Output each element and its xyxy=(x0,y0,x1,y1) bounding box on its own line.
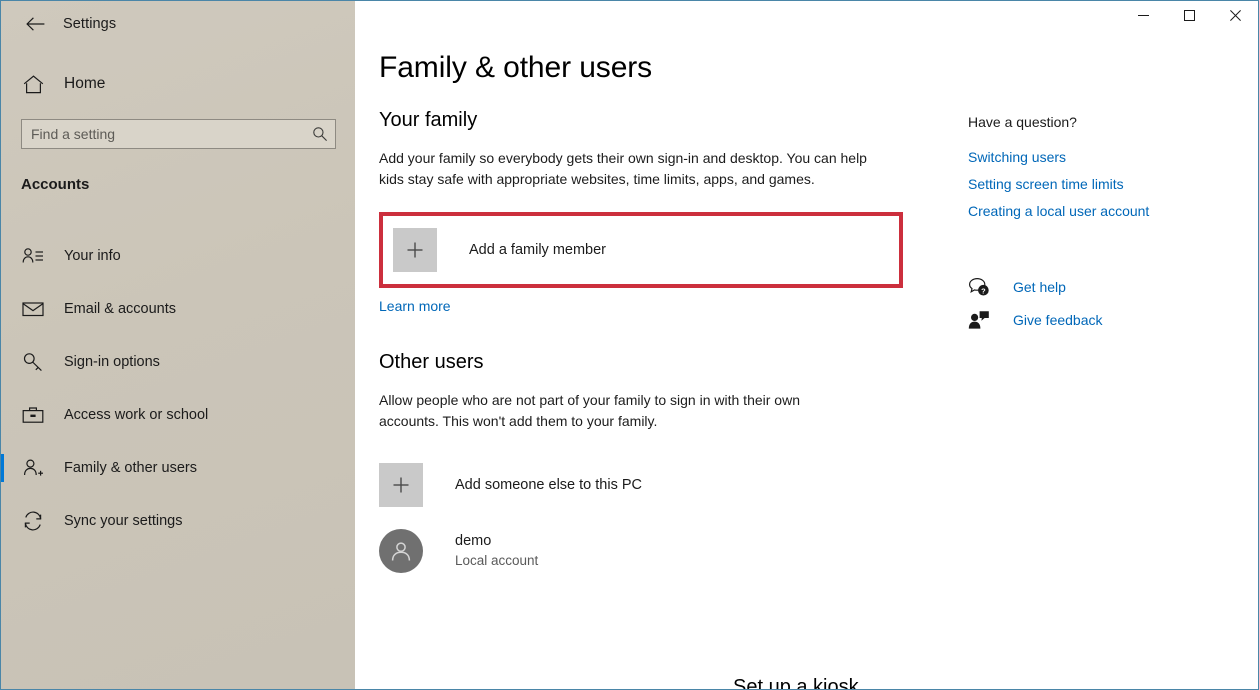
search-box[interactable] xyxy=(21,119,336,149)
sidebar-item-home-label: Home xyxy=(64,75,106,92)
give-feedback-label[interactable]: Give feedback xyxy=(1013,312,1103,328)
person-avatar-icon xyxy=(379,529,423,573)
your-family-heading: Your family xyxy=(379,109,478,131)
add-family-member-highlight: Add a family member xyxy=(379,212,903,288)
right-panel: Have a question? Switching users Setting… xyxy=(968,114,1238,343)
window-controls xyxy=(1120,1,1258,33)
search-icon xyxy=(305,126,335,142)
sidebar-item-sync-your-settings[interactable]: Sync your settings xyxy=(1,494,355,547)
person-add-icon xyxy=(11,458,55,478)
briefcase-icon xyxy=(11,406,55,424)
svg-text:?: ? xyxy=(981,286,986,295)
content-column: Family & other users Your family Add you… xyxy=(379,53,979,573)
sidebar-item-access-work-school[interactable]: Access work or school xyxy=(1,388,355,441)
sidebar-item-sign-in-options[interactable]: Sign-in options xyxy=(1,335,355,388)
right-panel-title: Have a question? xyxy=(968,114,1077,130)
selection-indicator xyxy=(1,453,4,482)
other-users-heading: Other users xyxy=(379,351,484,373)
help-link-local-user-account[interactable]: Creating a local user account xyxy=(968,203,1238,219)
add-family-member-button[interactable]: Add a family member xyxy=(393,228,889,272)
key-icon xyxy=(11,352,55,372)
sidebar-titlebar: Settings xyxy=(1,1,355,47)
set-up-a-kiosk-heading: Set up a kiosk xyxy=(733,677,859,690)
page-title: Family & other users xyxy=(379,51,653,84)
sidebar-item-sign-in-options-label: Sign-in options xyxy=(64,353,160,370)
other-users-description: Allow people who are not part of your fa… xyxy=(379,392,800,429)
account-name: demo xyxy=(455,533,492,549)
your-family-description: Add your family so everybody gets their … xyxy=(379,150,867,187)
sidebar-item-your-info[interactable]: Your info xyxy=(1,229,355,282)
sidebar-item-email-accounts-label: Email & accounts xyxy=(64,300,177,317)
account-type: Local account xyxy=(455,553,539,568)
back-arrow-icon xyxy=(25,17,45,31)
list-item[interactable]: demo Local account xyxy=(379,529,979,573)
plus-icon xyxy=(393,228,437,272)
close-icon xyxy=(1229,8,1241,26)
sidebar: Settings Home Accounts xyxy=(1,1,355,689)
sidebar-item-family-other-users-label: Family & other users xyxy=(64,459,197,476)
add-someone-else-label: Add someone else to this PC xyxy=(455,477,642,493)
help-link-screen-time-limits[interactable]: Setting screen time limits xyxy=(968,176,1238,192)
get-help-row[interactable]: ? Get help xyxy=(968,277,1238,297)
help-link-switching-users[interactable]: Switching users xyxy=(968,149,1238,165)
plus-icon xyxy=(379,463,423,507)
help-group: ? Get help Give feedback xyxy=(968,277,1238,330)
get-help-label[interactable]: Get help xyxy=(1013,279,1066,295)
app-title: Settings xyxy=(63,16,117,32)
add-someone-else-button[interactable]: Add someone else to this PC xyxy=(379,463,979,507)
main-content: Family & other users Your family Add you… xyxy=(355,1,1258,690)
sidebar-item-family-other-users[interactable]: Family & other users xyxy=(1,441,355,494)
sidebar-category-label: Accounts xyxy=(21,176,90,193)
person-info-icon xyxy=(11,247,55,265)
envelope-icon xyxy=(11,301,55,317)
give-feedback-icon xyxy=(968,310,994,330)
sidebar-item-sync-your-settings-label: Sync your settings xyxy=(64,512,183,529)
close-button[interactable] xyxy=(1212,1,1258,33)
account-meta: demo Local account xyxy=(455,532,538,570)
sync-icon xyxy=(11,511,55,531)
back-button[interactable] xyxy=(13,8,57,40)
maximize-button[interactable] xyxy=(1166,1,1212,33)
settings-window: Settings Home Accounts xyxy=(0,0,1259,690)
sidebar-item-your-info-label: Your info xyxy=(64,247,121,264)
minimize-icon xyxy=(1137,8,1149,26)
get-help-icon: ? xyxy=(968,277,994,297)
add-family-member-label: Add a family member xyxy=(469,242,606,258)
minimize-button[interactable] xyxy=(1120,1,1166,33)
home-icon xyxy=(11,74,55,94)
sidebar-nav: Your info Email & accounts Sign-in optio… xyxy=(1,229,355,547)
learn-more-link[interactable]: Learn more xyxy=(379,298,451,314)
search-input[interactable] xyxy=(22,126,305,142)
sidebar-item-email-accounts[interactable]: Email & accounts xyxy=(1,282,355,335)
sidebar-item-home[interactable]: Home xyxy=(1,64,355,104)
maximize-icon xyxy=(1183,8,1195,26)
give-feedback-row[interactable]: Give feedback xyxy=(968,310,1238,330)
sidebar-item-access-work-school-label: Access work or school xyxy=(64,406,209,423)
